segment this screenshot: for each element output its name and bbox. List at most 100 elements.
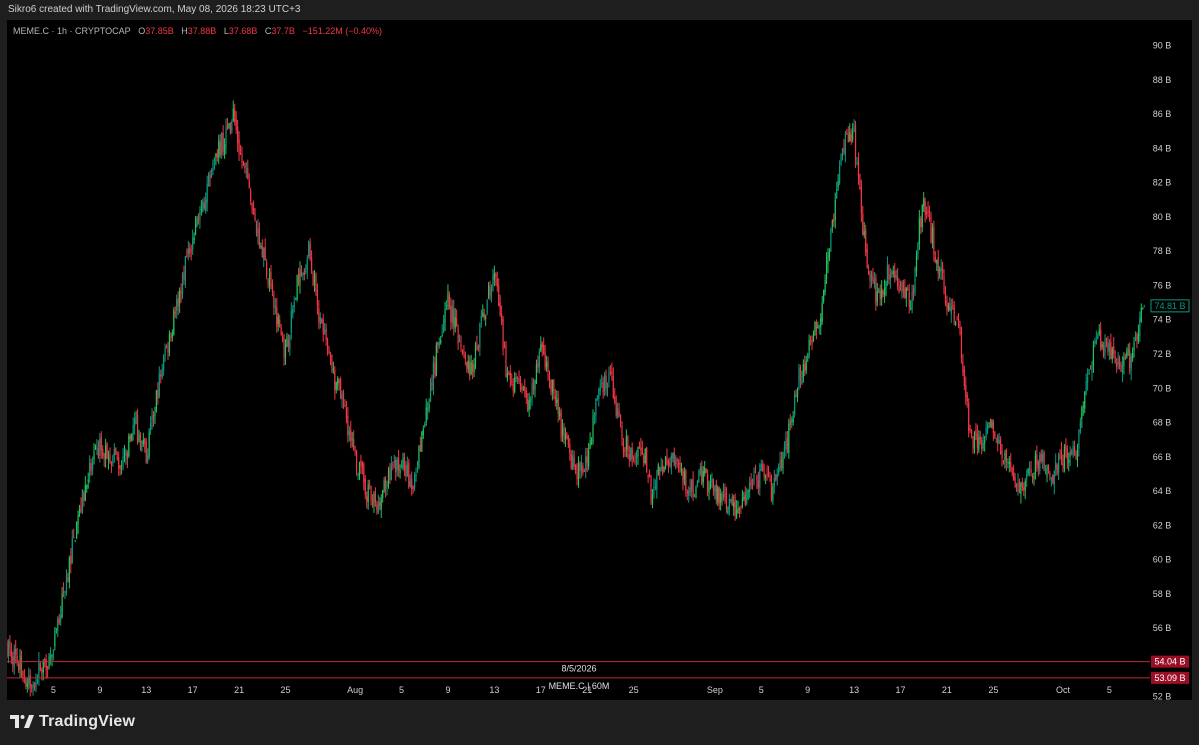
candle-body [393, 460, 395, 463]
candle-body [692, 478, 694, 497]
last-price-marker: 74.81 B [1150, 299, 1190, 313]
candle-body [413, 474, 416, 488]
candle-body [1076, 449, 1079, 461]
candle-body [199, 211, 201, 221]
candle-body [51, 654, 53, 658]
candle-body [611, 371, 613, 374]
candle-body [807, 352, 809, 362]
candle-body [64, 592, 66, 594]
candle-body [693, 495, 696, 497]
candle-body [408, 462, 410, 488]
candle-body [605, 375, 607, 389]
candle-body [412, 486, 414, 490]
tradingview-logo[interactable]: TradingView [10, 713, 135, 731]
legend-symbol: MEME.C · 1h · CRYPTOCAP [13, 26, 131, 36]
candle-body [1056, 464, 1058, 475]
candle-body [865, 229, 867, 253]
candle-body [532, 385, 535, 389]
candle-body [427, 408, 429, 411]
candle-body [824, 279, 826, 293]
candle-body [279, 319, 281, 328]
candle-body [577, 463, 580, 480]
candle-body [870, 273, 873, 280]
candle-body [354, 450, 356, 452]
candle-body [122, 455, 124, 467]
candle-body [60, 615, 62, 620]
candle-body [109, 453, 111, 463]
candle-body [57, 619, 59, 632]
candle-body [347, 415, 349, 436]
candle-body [281, 336, 284, 342]
candle-body [106, 442, 108, 458]
candle-body [583, 470, 585, 473]
candle-body [305, 270, 307, 273]
candle-body [247, 168, 249, 179]
candle-body [698, 471, 700, 483]
candle-body [524, 386, 526, 392]
range-high-price-label: 54.04 B [1154, 657, 1185, 667]
candle-body [1081, 407, 1083, 419]
candle-body [663, 467, 665, 473]
candle-body [321, 318, 323, 323]
candle-body [544, 353, 546, 368]
candle-body [521, 386, 523, 391]
candle-body [567, 435, 569, 445]
time-tick-label: 21 [942, 685, 952, 695]
candle-body [498, 285, 500, 306]
candle-body [78, 508, 81, 514]
candle-body [99, 438, 101, 456]
candle-body [341, 393, 343, 400]
candle-body [443, 320, 445, 333]
chart-pane[interactable]: 90 B 88 B 86 B 84 B 82 B 80 B 78 B 76 B 74 B 72 B… [7, 20, 1192, 700]
candle-body [759, 469, 761, 488]
candle-body [322, 319, 324, 335]
candle-body [1098, 330, 1100, 334]
candle-body [472, 363, 474, 372]
candle-body [840, 154, 842, 165]
candle-body [132, 424, 134, 434]
time-tick-label: Sep [707, 685, 723, 695]
candle-body [572, 454, 574, 470]
candle-body [847, 134, 849, 143]
candle-body [268, 272, 271, 286]
candle-body [712, 478, 714, 491]
price-chart[interactable]: 90 B 88 B 86 B 84 B 82 B 80 B 78 B 76 B 74 B 72 B… [7, 20, 1192, 700]
candle-body [250, 190, 252, 202]
candle-body [450, 305, 452, 323]
candle-body [102, 449, 104, 456]
candle-body [384, 478, 387, 489]
candle-body [173, 310, 175, 335]
candle-body [501, 313, 503, 323]
candle-body [218, 139, 220, 158]
candle-body [1034, 455, 1037, 475]
candle-body [215, 154, 217, 157]
candle-body [791, 419, 793, 423]
candle-body [1131, 352, 1134, 360]
candle-body [145, 442, 147, 464]
price-tick-label: 84 B [1153, 143, 1172, 153]
price-tick-label: 80 B [1153, 212, 1172, 222]
symbol-legend[interactable]: MEME.C · 1h · CRYPTOCAP O37.85B H37.88B … [13, 26, 382, 36]
candle-body [1127, 350, 1129, 352]
candle-body [15, 648, 17, 655]
candle-body [77, 514, 79, 525]
price-tick-label: 58 B [1153, 589, 1172, 599]
candle-body [203, 203, 205, 209]
candle-body [669, 463, 671, 466]
candle-body [26, 683, 28, 687]
tradingview-logo-icon [10, 715, 34, 728]
candle-body [302, 273, 304, 276]
candle-body [70, 555, 72, 565]
candle-body [576, 471, 578, 479]
candle-body [530, 397, 532, 402]
candle-body [664, 457, 667, 468]
candle-body [897, 277, 899, 286]
candle-body [324, 329, 326, 332]
candle-body [706, 474, 709, 492]
candle-body [811, 339, 813, 345]
candle-body [221, 133, 223, 155]
candle-body [975, 429, 977, 434]
candle-body [590, 440, 593, 442]
candle-body [818, 327, 820, 328]
candle-body [894, 271, 896, 278]
